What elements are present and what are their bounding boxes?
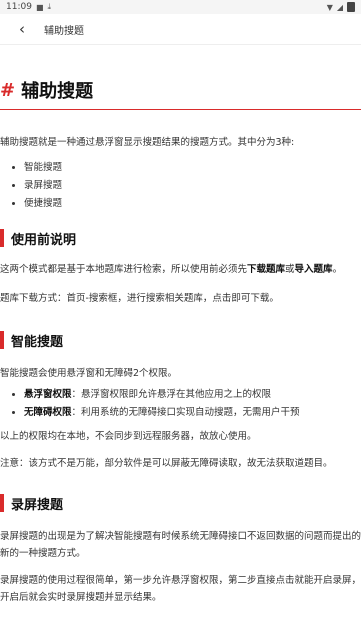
import-bank-emphasis: 导入题库 [294,264,333,275]
section-heading-usage: 使用前说明 [0,229,361,248]
permission-list: 悬浮窗权限：悬浮窗权限即允许悬浮在其他应用之上的权限 无障碍权限：利用系统的无障… [0,386,361,422]
text-span: 或 [285,264,295,275]
battery-icon [347,2,355,12]
smart-intro-paragraph: 智能搜题会使用悬浮窗和无障碍2个权限。 [0,368,178,379]
section-heading-text: 录屏搜题 [11,497,64,513]
article-title-text: 辅助搜题 [21,81,94,102]
wifi-icon: ▼ [326,2,333,12]
page-title: 辅助搜题 [44,25,84,37]
article: # 辅助搜题 辅助搜题就是一种通过悬浮窗显示搜题结果的搜题方式。其中分为3种: … [0,77,361,606]
text-span: 这两个模式都是基于本地题库进行检索，所以使用前必须先 [0,264,248,275]
permission-text: ：悬浮窗权限即允许悬浮在其他应用之上的权限 [71,389,272,400]
local-permission-paragraph: 以上的权限均在本地，不会同步到远程服务器，故放心使用。 [0,431,257,442]
article-title: # 辅助搜题 [0,77,361,110]
mode-list: 智能搜题 录屏搜题 便捷搜题 [0,159,361,213]
note-paragraph: 注意：该方式不是万能，部分软件是可以屏蔽无障碍读取，故无法获取道题目。 [0,458,333,469]
status-time: 11:09 [6,2,32,12]
list-item: 无障碍权限：利用系统的无障碍接口实现自动搜题，无需用户干预 [24,404,361,422]
permission-label: 悬浮窗权限 [24,389,72,400]
list-item: 录屏搜题 [24,177,361,195]
status-bar: 11:09 ■ ⤓ ▼ ◢ [0,0,361,14]
screen-record-paragraph-1: 录屏搜题的出现是为了解决智能搜题有时候系统无障碍接口不返回数据的问题而提出的新的… [0,531,361,559]
signal-icon: ◢ [336,2,343,12]
section-heading-text: 使用前说明 [11,232,77,248]
download-bank-emphasis: 下载题库 [247,264,286,275]
heading-hash-mark: # [0,79,16,101]
intro-paragraph: 辅助搜题就是一种通过悬浮窗显示搜题结果的搜题方式。其中分为3种: [0,137,295,148]
list-item: 智能搜题 [24,159,361,177]
notification-icon: ■ [35,2,44,12]
section-heading-screen-record: 录屏搜题 [0,494,361,513]
text-span: 。 [332,264,343,275]
back-arrow-icon[interactable]: ‹ [0,20,44,38]
list-item: 便捷搜题 [24,195,361,213]
permission-text: ：利用系统的无障碍接口实现自动搜题，无需用户干预 [71,407,300,418]
download-method-paragraph: 题库下载方式：首页-搜索框，进行搜索相关题库，点击即可下载。 [0,293,279,304]
download-icon: ⤓ [47,2,52,11]
screen-record-paragraph-2: 录屏搜题的使用过程很简单，第一步允许悬浮窗权限，第二步直接点击就能开启录屏，开启… [0,575,361,603]
usage-paragraph: 这两个模式都是基于本地题库进行检索，所以使用前必须先下载题库或导入题库。 [0,261,361,278]
list-item: 悬浮窗权限：悬浮窗权限即允许悬浮在其他应用之上的权限 [24,386,361,404]
section-heading-text: 智能搜题 [11,334,64,350]
app-bar: ‹ 辅助搜题 [0,14,361,45]
section-heading-smart: 智能搜题 [0,331,361,350]
permission-label: 无障碍权限 [24,407,72,418]
